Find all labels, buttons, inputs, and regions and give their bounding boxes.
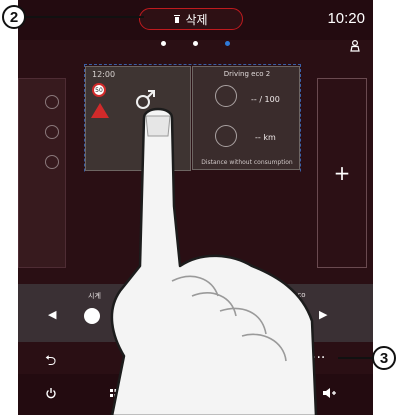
preview-icon xyxy=(45,95,59,109)
dock-left-arrow-icon[interactable]: ◀ xyxy=(48,308,56,321)
power-icon[interactable] xyxy=(45,387,57,399)
page-dot-active[interactable] xyxy=(225,41,230,46)
callout-2: 2 xyxy=(2,5,26,29)
callout-3-leader xyxy=(338,357,372,359)
top-bar: 삭제 10:20 xyxy=(18,0,373,40)
clock-widget-icon[interactable] xyxy=(84,308,100,324)
delete-button-label: 삭제 xyxy=(185,12,208,27)
eco-score-value: -- / 100 xyxy=(251,95,280,104)
speed-limit-sign: 50 xyxy=(92,83,106,97)
dock-label-clock: 시계 xyxy=(88,292,101,300)
widget-time: 12:00 xyxy=(92,70,116,79)
delete-button[interactable]: 삭제 xyxy=(139,8,243,30)
page-dot[interactable] xyxy=(193,41,198,46)
page-dot[interactable] xyxy=(161,41,166,46)
page-indicator xyxy=(18,41,373,53)
volume-up-icon[interactable] xyxy=(323,387,337,399)
callout-3: 3 xyxy=(372,346,396,370)
figure: 삭제 10:20 + 12:00 50 Driving eco 2 -- / 1… xyxy=(0,0,399,415)
preview-icon xyxy=(45,125,59,139)
pointing-hand-illustration xyxy=(110,107,318,415)
trash-icon xyxy=(174,15,181,23)
add-icon: + xyxy=(333,161,351,185)
previous-page-preview[interactable] xyxy=(18,78,66,268)
user-profile-icon[interactable] xyxy=(350,40,360,52)
multimedia-screen: 삭제 10:20 + 12:00 50 Driving eco 2 -- / 1… xyxy=(18,0,373,415)
callout-2-leader xyxy=(26,16,144,18)
eco-gauge-icon xyxy=(215,85,237,107)
add-widget-panel[interactable]: + xyxy=(317,78,367,268)
preview-icon xyxy=(45,155,59,169)
clock-time: 10:20 xyxy=(327,10,365,27)
widget-title: Driving eco 2 xyxy=(223,70,271,78)
dock-right-arrow-icon[interactable]: ▶ xyxy=(319,308,327,321)
back-icon[interactable]: ⮌ xyxy=(45,350,56,374)
